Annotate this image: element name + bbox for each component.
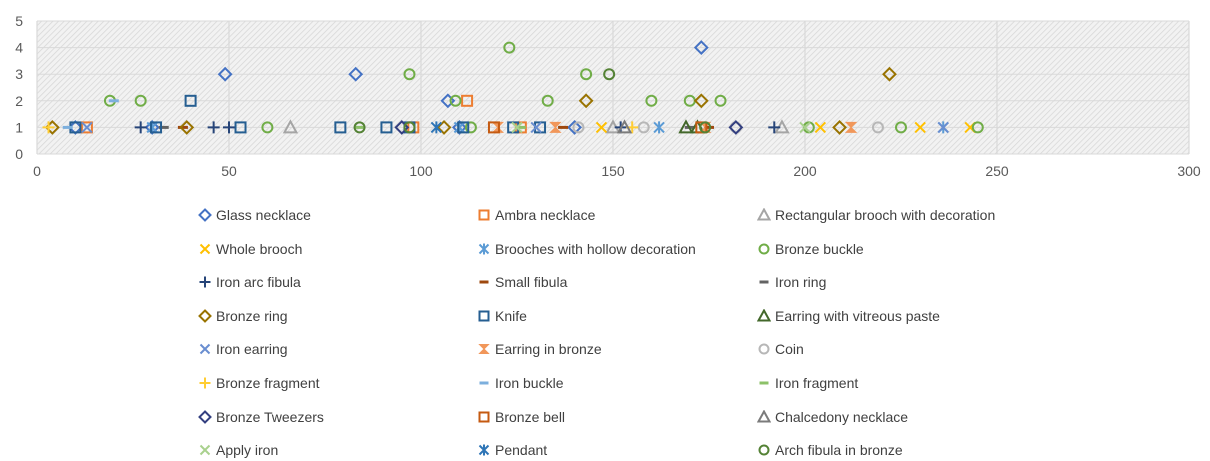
legend-item: Rectangular brooch with decoration [757,204,995,226]
legend-marker [478,411,490,423]
legend-marker [199,344,211,355]
legend-item: Iron arc fibula [198,271,301,293]
legend-label: Bronze buckle [775,240,864,257]
legend-label: Arch fibula in bronze [775,442,903,459]
legend-label: Iron earring [216,341,288,358]
legend-label: Chalcedony necklace [775,408,909,425]
legend-marker [478,209,490,221]
x-tick-label: 200 [793,163,817,179]
legend-label: Bronze bell [495,408,566,425]
legend-item: Whole brooch [198,238,302,260]
x-tick-label: 0 [33,163,41,179]
legend-marker [198,409,212,424]
legend-label: Iron arc fibula [216,274,301,291]
y-tick-label: 1 [15,119,23,135]
legend-item: Chalcedony necklace [757,406,908,428]
legend-item: Iron fragment [757,372,858,394]
legend-marker [478,344,490,355]
legend-label: Rectangular brooch with decoration [775,207,996,223]
legend-marker [199,377,211,389]
legend-label: Whole brooch [216,240,303,257]
x-tick-label: 250 [985,163,1009,179]
legend-label: Brooches with hollow decoration [495,240,696,257]
legend-label: Small fibula [495,274,568,291]
legend-item: Apply iron [198,439,278,461]
x-tick-label: 100 [409,163,433,179]
legend-label: Iron ring [775,274,827,291]
legend-marker [757,308,771,322]
legend-item: Knife [477,305,527,327]
y-tick-label: 4 [15,40,23,56]
legend-marker [757,409,771,423]
legend-item: Iron buckle [477,372,563,394]
legend-item: Bronze Tweezers [198,406,324,428]
legend-label: Bronze fragment [216,375,320,391]
legend-marker [198,308,212,323]
legend-item: Glass necklace [198,204,311,226]
legend-marker [758,343,770,355]
x-tick-label: 300 [1177,163,1201,179]
legend-item: Brooches with hollow decoration [477,238,696,260]
legend-item: Iron earring [198,338,288,360]
legend-item: Bronze ring [198,305,288,327]
legend-label: Ambra necklace [495,207,596,223]
legend-item: Ambra necklace [477,204,595,226]
legend-marker [479,381,489,385]
legend-label: Iron buckle [495,375,564,391]
legend-item: Bronze buckle [757,238,864,260]
scatter-chart: 0 50 100 150 200 250 300 0 1 2 3 4 5 [15,13,1201,179]
legend-marker [198,208,212,222]
legend-item: Small fibula [477,271,567,293]
legend-item: Bronze fragment [198,372,320,394]
y-tick-label: 5 [15,13,23,29]
legend-item: Earring in bronze [477,338,602,360]
legend-marker [758,243,770,255]
legend-item: Bronze bell [477,406,565,428]
legend-marker [478,243,490,255]
legend-label: Knife [495,307,527,324]
legend-label: Iron fragment [775,375,859,391]
legend-marker [758,444,770,456]
y-tick-label: 3 [15,66,23,82]
legend-marker [478,444,490,456]
legend-marker [759,280,769,284]
legend-marker [199,444,211,456]
legend-item: Coin [757,338,804,360]
legend-marker [199,276,211,288]
legend-label: Apply iron [216,442,279,459]
legend-marker [199,243,211,254]
legend-item: Iron ring [757,271,826,293]
legend-label: Glass necklace [216,207,311,223]
y-tick-label: 0 [15,146,23,162]
legend-item: Earring with vitreous paste [757,305,940,327]
legend-label: Bronze ring [216,307,288,324]
legend-marker [757,208,771,221]
y-tick-label: 2 [15,93,23,109]
legend-label: Pendant [495,442,548,459]
legend-marker [478,310,490,322]
legend-item: Arch fibula in bronze [757,439,903,461]
legend-label: Earring with vitreous paste [775,307,940,324]
legend-marker [759,381,769,385]
legend-marker [479,280,489,284]
legend-label: Bronze Tweezers [216,408,324,425]
x-tick-label: 50 [221,163,237,179]
legend-label: Earring in bronze [495,341,602,358]
legend-item: Pendant [477,439,547,461]
x-tick-label: 150 [601,163,625,179]
legend-label: Coin [775,341,804,358]
